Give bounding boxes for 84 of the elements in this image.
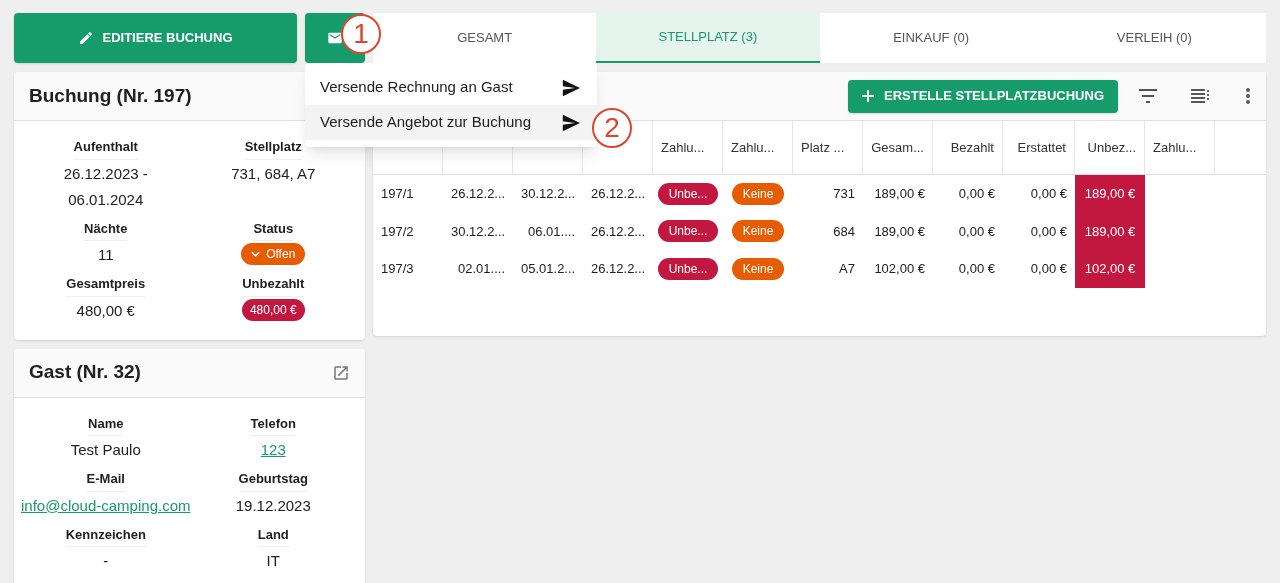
table-cell-text: 30.12.2... xyxy=(521,185,576,203)
card-title: Buchung (Nr. 197) xyxy=(29,83,192,108)
open-external-icon[interactable] xyxy=(332,363,350,382)
column-header[interactable]: Zahlu... xyxy=(661,137,705,158)
column-header[interactable]: Erstattet xyxy=(1017,137,1066,158)
table-cell-text: 102,00 € xyxy=(874,260,925,278)
table-cell-text: 02.01.... xyxy=(458,260,505,278)
table-cell-text: 30.12.2... xyxy=(451,222,506,241)
field-label: E-Mail xyxy=(86,469,125,492)
status-badge: Unbe... xyxy=(657,220,719,243)
amount-badge: 480,00 € xyxy=(241,298,305,321)
field-label: Gesamtpreis xyxy=(66,274,146,297)
table-cell-text: 06.01.... xyxy=(528,222,575,241)
table-cell-text: 0,00 € xyxy=(958,222,995,241)
status-badge: Unbe... xyxy=(657,257,719,280)
field-label: Telefon xyxy=(250,413,296,436)
table-cell-text: 684 xyxy=(833,222,855,241)
table-cell-text: 26.12.2... xyxy=(451,185,506,203)
link[interactable]: 123 xyxy=(260,437,286,463)
create-booking-button[interactable]: ERSTELLE STELLPLATZBUCHUNG xyxy=(847,79,1118,113)
plus-icon xyxy=(861,90,874,102)
column-header[interactable]: Bezahlt xyxy=(950,137,994,158)
table-cell-text: 26.12.2... xyxy=(591,260,646,278)
field-value: IT xyxy=(265,551,281,571)
status-badge: Keine xyxy=(731,182,785,205)
field-value: - xyxy=(102,551,110,571)
status-badge: Unbe... xyxy=(657,182,719,205)
table-cell-text: 197/1 xyxy=(381,185,414,203)
table-cell-text: 197/3 xyxy=(381,260,414,278)
card-title: Gast (Nr. 32) xyxy=(29,360,141,385)
field-value: 19.12.2023 xyxy=(234,495,312,516)
field-value: 731, 684, A7 xyxy=(230,163,317,184)
link[interactable]: info@cloud-camping.com xyxy=(21,492,191,519)
column-header[interactable]: Platz ... xyxy=(801,137,845,158)
table-cell-text: 189,00 € xyxy=(874,222,925,241)
edit-booking-button[interactable]: EDITIERE BUCHUNG xyxy=(14,13,297,63)
table-cell-text: 26.12.2... xyxy=(591,185,646,203)
pencil-icon xyxy=(78,30,95,46)
field-label: Aufenthalt xyxy=(73,137,138,160)
status-badge: Keine xyxy=(731,257,785,280)
field-label: Geburtstag xyxy=(238,469,308,492)
field-label: Unbezahlt xyxy=(242,274,305,297)
field-label: Nächte xyxy=(84,218,128,241)
field-label: Land xyxy=(257,524,289,547)
table-cell-text: 0,00 € xyxy=(958,260,995,278)
chevron-down-icon xyxy=(251,251,261,257)
list-icon[interactable] xyxy=(1190,89,1210,103)
field-label: Name xyxy=(88,413,124,436)
field-label: Kennzeichen xyxy=(65,524,146,547)
table-cell-text: 731 xyxy=(833,185,855,203)
column-header[interactable]: Zahlu... xyxy=(1153,137,1197,158)
tab[interactable]: GESAMT xyxy=(373,13,597,63)
field-value: 11 xyxy=(96,245,115,265)
field-label: Stellplatz xyxy=(244,137,302,160)
table-cell-text: 189,00 € xyxy=(874,185,925,203)
envelope-icon xyxy=(327,30,343,46)
tab[interactable]: EINKAUF (0) xyxy=(819,13,1043,63)
table-cell: 102,00 € xyxy=(1075,250,1145,288)
menu-item[interactable]: Versende Rechnung an Gast xyxy=(305,70,597,105)
status-dropdown[interactable]: Offen xyxy=(241,243,306,265)
more-options-icon[interactable] xyxy=(1246,88,1250,104)
table-cell-text: 0,00 € xyxy=(1030,222,1067,241)
table-cell-text: 26.12.2... xyxy=(591,222,646,241)
table-cell-text: 197/2 xyxy=(381,222,414,241)
column-header[interactable]: Gesam... xyxy=(871,137,924,158)
table-cell-text: A7 xyxy=(839,260,855,278)
table-cell-text: 0,00 € xyxy=(1030,260,1067,278)
menu-item[interactable]: Versende Angebot zur Buchung xyxy=(305,105,597,140)
column-header[interactable]: Zahlu... xyxy=(731,137,775,158)
field-value: 26.12.2023 - 06.01.2024 xyxy=(62,163,149,210)
tab[interactable]: VERLEIH (0) xyxy=(1042,13,1266,63)
table-cell: 189,00 € xyxy=(1075,212,1145,250)
send-icon xyxy=(561,78,581,97)
status-badge: Keine xyxy=(731,220,785,243)
table-cell: 189,00 € xyxy=(1075,175,1145,213)
table-cell-text: 0,00 € xyxy=(1030,185,1067,203)
field-value: 480,00 € xyxy=(75,300,136,321)
field-label: Status xyxy=(253,218,294,241)
column-header[interactable]: Unbez... xyxy=(1087,137,1136,158)
send-icon xyxy=(561,113,581,132)
table-cell-text: 0,00 € xyxy=(958,185,995,203)
field-value: Test Paulo xyxy=(69,440,142,460)
table-cell-text: 05.01.2... xyxy=(521,260,576,278)
filter-icon[interactable] xyxy=(1138,89,1158,103)
